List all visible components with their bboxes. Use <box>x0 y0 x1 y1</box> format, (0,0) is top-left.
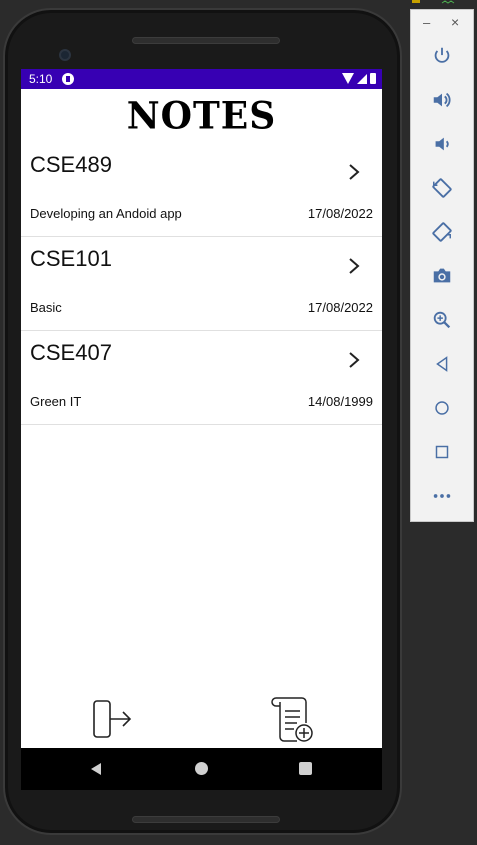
emulator-window-controls: – × <box>411 10 473 36</box>
add-note-icon[interactable] <box>267 693 319 745</box>
notes-list: CSE489 Developing an Andoid app 17/08/20… <box>21 143 382 425</box>
home-icon[interactable] <box>195 762 208 775</box>
status-time: 5:10 <box>29 72 53 86</box>
bottom-actions <box>21 689 382 749</box>
emulator-corner-deco <box>412 0 455 4</box>
notification-icon <box>62 73 74 85</box>
close-button[interactable]: × <box>451 14 459 30</box>
note-date: 17/08/2022 <box>307 300 373 315</box>
note-date: 14/08/1999 <box>307 394 373 409</box>
note-item[interactable]: CSE101 Basic 17/08/2022 <box>21 237 382 331</box>
chevron-right-icon <box>349 352 360 368</box>
back-icon[interactable] <box>428 350 456 378</box>
system-nav-bar <box>21 748 382 790</box>
note-description: Green IT <box>30 394 82 409</box>
note-item[interactable]: CSE489 Developing an Andoid app 17/08/20… <box>21 143 382 237</box>
bottom-speaker <box>132 816 280 823</box>
status-bar: 5:10 <box>21 69 382 89</box>
note-title: CSE489 <box>30 152 112 177</box>
status-icons <box>342 73 376 84</box>
rotate-right-icon[interactable] <box>428 218 456 246</box>
battery-icon <box>370 73 376 84</box>
camera-icon[interactable] <box>428 262 456 290</box>
signal-icon <box>357 73 367 84</box>
volume-down-icon[interactable] <box>428 130 456 158</box>
emulator-toolbar: – × <box>410 9 474 522</box>
note-title: CSE101 <box>30 246 112 271</box>
top-speaker <box>132 37 280 44</box>
wifi-icon <box>342 73 354 84</box>
note-title: CSE407 <box>30 340 112 365</box>
front-camera <box>59 49 71 61</box>
note-date: 17/08/2022 <box>307 206 373 221</box>
note-description: Basic <box>30 300 62 315</box>
volume-up-icon[interactable] <box>428 86 456 114</box>
home-icon[interactable] <box>428 394 456 422</box>
rotate-left-icon[interactable] <box>428 174 456 202</box>
power-icon[interactable] <box>428 42 456 70</box>
back-icon[interactable] <box>89 762 103 776</box>
note-description: Developing an Andoid app <box>30 206 182 221</box>
recent-apps-icon[interactable] <box>299 762 312 775</box>
logout-icon[interactable] <box>87 695 135 743</box>
zoom-icon[interactable] <box>428 306 456 334</box>
minimize-button[interactable]: – <box>423 15 430 30</box>
overview-icon[interactable] <box>428 438 456 466</box>
chevron-right-icon <box>349 258 360 274</box>
app-screen: 5:10 NOTES CSE489 Developing an Andoid a… <box>21 69 382 790</box>
page-title: NOTES <box>126 93 277 139</box>
note-item[interactable]: CSE407 Green IT 14/08/1999 <box>21 331 382 425</box>
chevron-right-icon <box>349 164 360 180</box>
more-icon[interactable] <box>428 482 456 510</box>
